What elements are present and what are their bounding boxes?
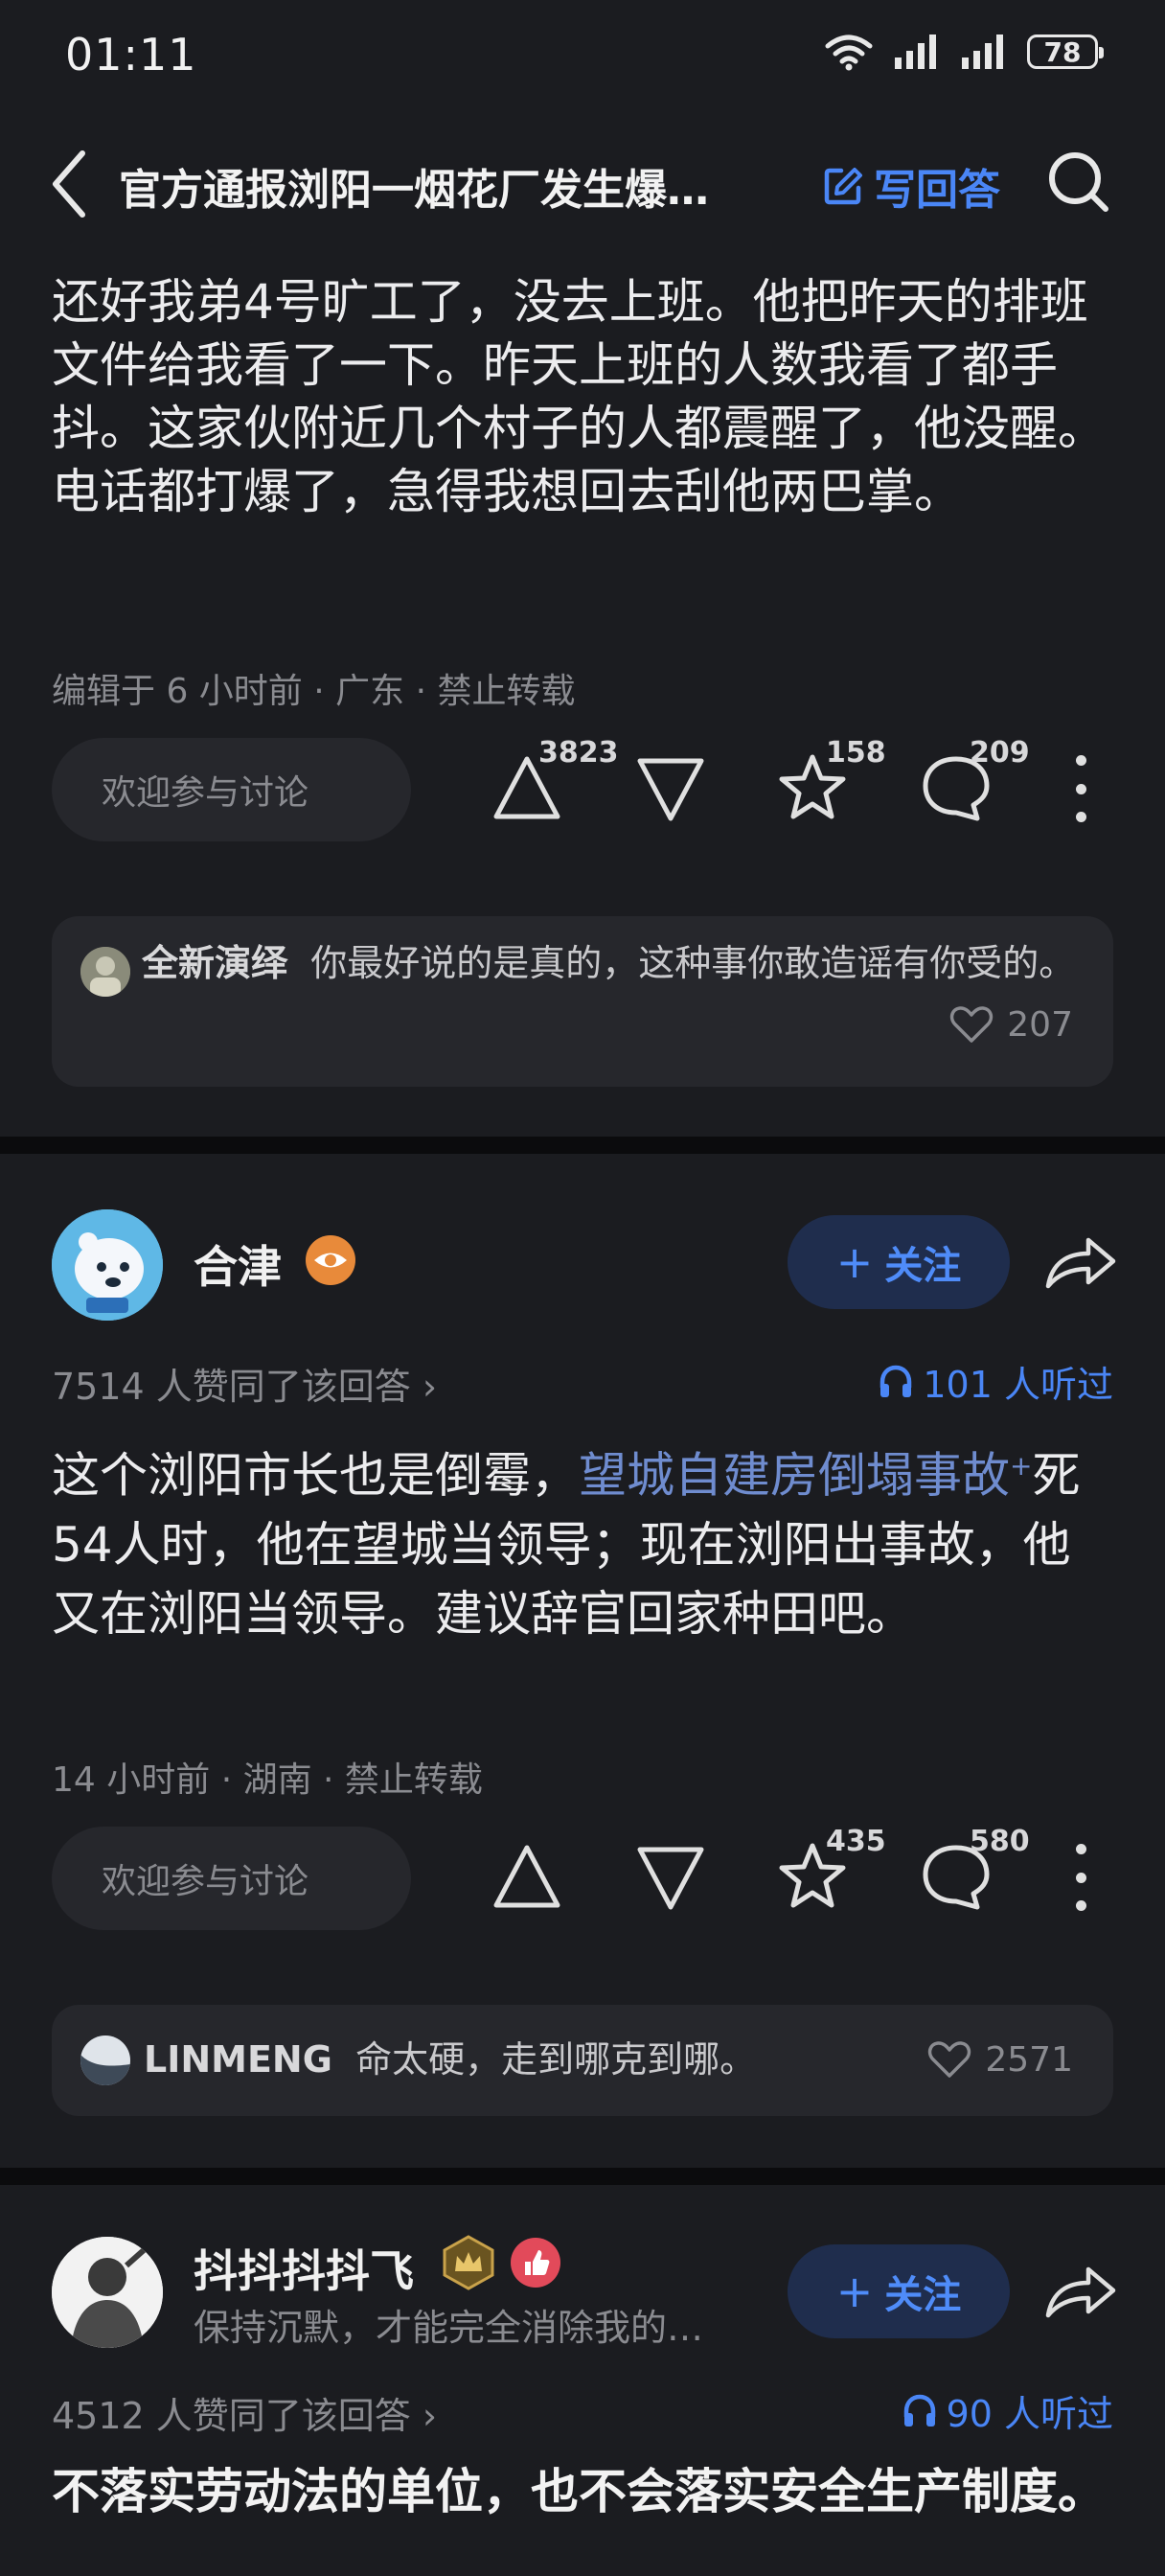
section-divider	[0, 2168, 1165, 2185]
answer-text: 不落实劳动法的单位，也不会落实安全生产制度。	[52, 2464, 1106, 2519]
comment-like-button[interactable]: 2571	[927, 2039, 1073, 2080]
eye-badge-icon	[306, 1235, 355, 1285]
answer-meta: 14 小时前 · 湖南 · 禁止转载	[52, 1760, 483, 1800]
follow-label: 关注	[884, 1244, 962, 1288]
comment-like-count: 207	[1007, 1004, 1073, 1045]
comment-like-button[interactable]: 207	[949, 1004, 1073, 1045]
answer-text-part: 这个浏阳市长也是倒霉，	[52, 1447, 579, 1504]
signal-icon	[895, 34, 936, 69]
plus-icon: +	[835, 1236, 874, 1288]
more-icon[interactable]	[1071, 755, 1090, 822]
comment-author: LINMENG	[144, 2038, 332, 2081]
answer-text: 还好我弟4号旷工了，没去上班。他把昨天的排班文件给我看了一下。昨天上班的人数我看…	[52, 274, 1106, 519]
heart-icon	[950, 1006, 994, 1043]
section-divider	[0, 1137, 1165, 1154]
answer-text: 这个浏阳市长也是倒霉，望城自建房倒塌事故+死54人时，他在望城当领导；现在浏阳出…	[52, 1432, 1117, 1648]
wifi-icon	[825, 34, 873, 71]
avatar	[80, 2036, 130, 2085]
comment-author: 全新演绎	[142, 942, 288, 984]
status-icons: 78	[824, 33, 1104, 71]
downvote-icon[interactable]	[632, 749, 709, 826]
comment-body: LINMENG 命太硬，走到哪克到哪。	[144, 2032, 756, 2087]
battery-indicator: 78	[1027, 34, 1104, 69]
edit-icon	[824, 168, 862, 205]
listen-count-label: 90 人听过	[946, 2393, 1113, 2435]
answer-meta: 编辑于 6 小时前 · 广东 · 禁止转载	[52, 672, 576, 711]
favorite-count: 435	[826, 1825, 886, 1858]
comment-input[interactable]: 欢迎参与讨论	[52, 1827, 411, 1930]
comment-input-placeholder: 欢迎参与讨论	[102, 1862, 309, 1901]
comment-count: 580	[970, 1825, 1030, 1858]
follow-button[interactable]: + 关注	[788, 2244, 1010, 2338]
page-title: 官方通报浏阳一烟花厂发生爆…	[119, 166, 709, 215]
comment-body: 全新演绎 你最好说的是真的，这种事你敢造谣有你受的。	[80, 935, 1077, 991]
upvote-count: 3823	[538, 736, 619, 770]
agree-count-link[interactable]: 7514 人赞同了该回答 ›	[52, 1357, 437, 1410]
share-icon[interactable]	[1042, 2264, 1119, 2321]
comment-text: 你最好说的是真的，这种事你敢造谣有你受的。	[310, 942, 1076, 984]
heart-icon	[928, 2041, 971, 2078]
favorite-count: 158	[826, 736, 886, 770]
author-bio: 保持沉默，才能完全消除我的…	[194, 2307, 704, 2349]
plus-icon: +	[835, 2266, 874, 2317]
headphones-icon	[880, 1365, 912, 1397]
signal-icon-2	[962, 34, 1003, 69]
link-spark-icon: +	[1010, 1450, 1033, 1482]
avatar[interactable]	[52, 1209, 163, 1321]
comment-input-placeholder: 欢迎参与讨论	[102, 773, 309, 813]
status-time: 01:11	[65, 29, 197, 80]
comment-count: 209	[970, 736, 1030, 770]
listen-count-label: 101 人听过	[923, 1364, 1113, 1406]
top-comment-card[interactable]: LINMENG 命太硬，走到哪克到哪。 2571	[52, 2005, 1113, 2116]
status-bar: 01:11 78	[0, 0, 1165, 115]
upvote-icon[interactable]	[489, 1838, 565, 1915]
comment-text: 命太硬，走到哪克到哪。	[355, 2038, 757, 2081]
top-comment-card[interactable]: 全新演绎 你最好说的是真的，这种事你敢造谣有你受的。 207	[52, 916, 1113, 1087]
comment-like-count: 2571	[985, 2039, 1073, 2080]
listen-count[interactable]: 90 人听过	[901, 2384, 1113, 2437]
comment-input[interactable]: 欢迎参与讨论	[52, 738, 411, 841]
downvote-icon[interactable]	[632, 1838, 709, 1915]
share-icon[interactable]	[1042, 1234, 1119, 1292]
back-icon[interactable]	[46, 146, 94, 222]
write-answer-button[interactable]: 写回答	[822, 155, 1000, 217]
follow-label: 关注	[884, 2273, 962, 2317]
headphones-icon	[903, 2394, 935, 2426]
crown-badge-icon	[443, 2235, 494, 2290]
author-name[interactable]: 合津	[194, 1232, 282, 1296]
topic-link[interactable]: 望城自建房倒塌事故	[579, 1448, 1010, 1504]
thumb-badge-icon	[511, 2238, 560, 2288]
search-icon[interactable]	[1044, 148, 1111, 215]
listen-count[interactable]: 101 人听过	[877, 1355, 1113, 1408]
agree-count-link[interactable]: 4512 人赞同了该回答 ›	[52, 2386, 437, 2439]
follow-button[interactable]: + 关注	[788, 1215, 1010, 1309]
more-icon[interactable]	[1071, 1844, 1090, 1911]
author-name[interactable]: 抖抖抖抖飞	[194, 2237, 414, 2300]
avatar[interactable]	[52, 2237, 163, 2348]
write-answer-label: 写回答	[874, 166, 1000, 215]
